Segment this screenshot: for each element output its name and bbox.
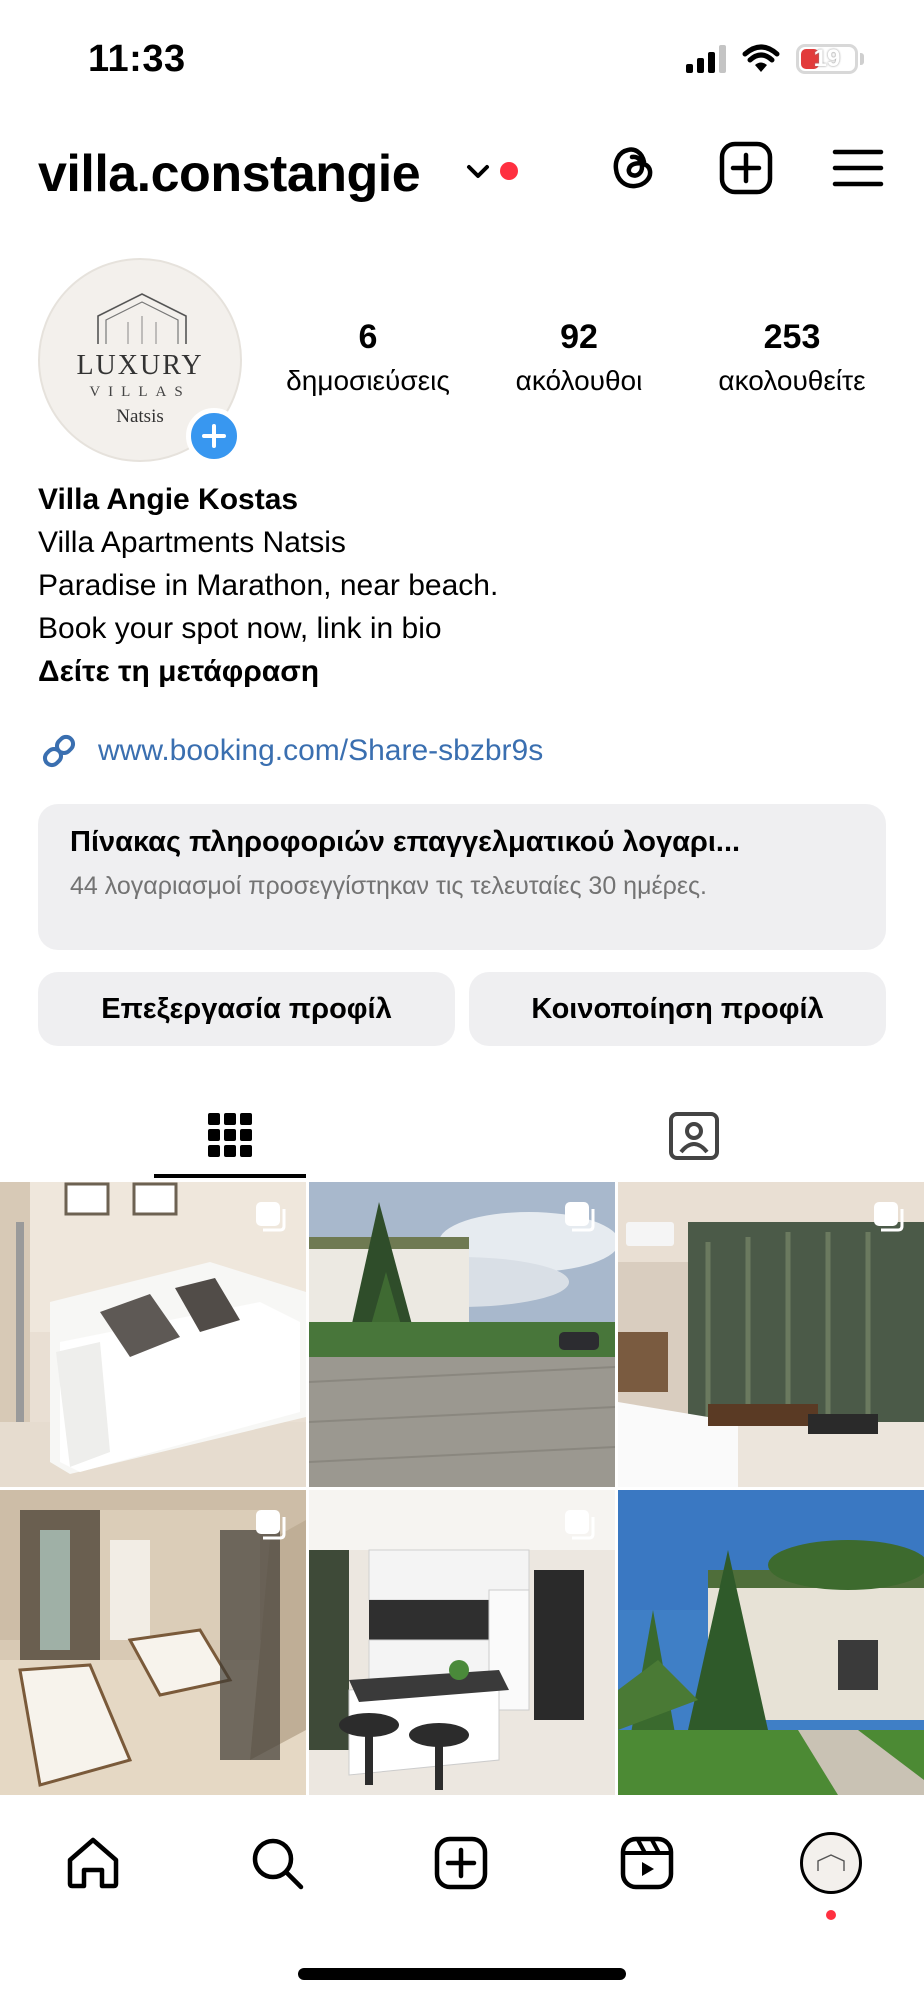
stat-posts-label: δημοσιεύσεις (286, 365, 450, 396)
add-icon[interactable] (716, 138, 776, 198)
notification-dot (500, 162, 518, 180)
profile-header: villa.constangie (38, 138, 886, 208)
add-story-button[interactable] (186, 408, 242, 464)
stat-posts-value: 6 (358, 318, 378, 356)
menu-icon[interactable] (828, 138, 888, 198)
threads-icon[interactable] (604, 138, 664, 198)
plus-icon (202, 424, 226, 448)
post-thumbnail[interactable] (618, 1182, 924, 1487)
professional-dashboard[interactable]: Πίνακας πληροφοριών επαγγελματικού λογαρ… (38, 804, 886, 950)
dashboard-title: Πίνακας πληροφοριών επαγγελματικού λογαρ… (70, 826, 741, 858)
dashboard-subtitle: 44 λογαριασμοί προσεγγίστηκαν τις τελευτ… (70, 872, 707, 900)
nav-create[interactable] (426, 1828, 496, 1898)
nav-profile[interactable] (796, 1828, 866, 1898)
stat-followers[interactable]: 92 ακόλουθοι (496, 318, 662, 397)
share-profile-button[interactable]: Κοινοποίηση προφίλ (469, 972, 886, 1046)
home-indicator[interactable] (298, 1968, 626, 1980)
bio-line: Book your spot now, link in bio (38, 612, 442, 645)
tab-tagged[interactable] (618, 1090, 770, 1180)
profile-stats: 6 δημοσιεύσεις 92 ακόλουθοι 253 ακολουθε… (270, 318, 890, 408)
nav-reels[interactable] (612, 1828, 682, 1898)
tab-grid[interactable] (154, 1090, 306, 1180)
create-icon (434, 1836, 488, 1890)
stat-followers-value: 92 (560, 318, 598, 356)
search-icon (252, 1838, 304, 1890)
link-url[interactable]: www.booking.com/Share-sbzbr9s (98, 734, 543, 768)
carousel-icon (874, 1202, 904, 1232)
wifi-icon (742, 44, 780, 72)
active-tab-indicator (154, 1174, 306, 1178)
grid-icon (208, 1113, 252, 1157)
carousel-icon (256, 1202, 286, 1232)
post-thumbnail[interactable] (0, 1490, 306, 1795)
profile-tabs (0, 1090, 924, 1180)
post-thumbnail[interactable] (618, 1490, 924, 1795)
profile-name: Villa Angie Kostas (38, 483, 299, 516)
signal-icon (686, 45, 726, 73)
stat-followers-label: ακόλουθοι (515, 365, 643, 396)
profile-bio: Villa Angie Kostas Villa Apartments Nats… (38, 478, 886, 693)
see-translation-link[interactable]: Δείτε τη μετάφραση (38, 650, 886, 693)
profile-notification-dot (826, 1910, 836, 1920)
carousel-icon (565, 1510, 595, 1540)
account-username[interactable]: villa.constangie (38, 144, 421, 204)
profile-avatar-wrap[interactable]: LUXURY VILLAS Natsis (38, 258, 242, 464)
battery-level: 19 (813, 45, 841, 72)
status-icons: 19 (686, 44, 864, 74)
bio-line: Villa Apartments Natsis (38, 526, 346, 559)
tagged-icon (669, 1112, 719, 1160)
post-image (618, 1490, 924, 1795)
reels-icon (620, 1836, 674, 1890)
stat-following-label: ακολουθείτε (718, 365, 866, 396)
status-time: 11:33 (88, 38, 186, 80)
bio-line: Paradise in Marathon, near beach. (38, 569, 499, 602)
home-icon (67, 1837, 119, 1889)
post-thumbnail[interactable] (0, 1182, 306, 1487)
edit-profile-button[interactable]: Επεξεργασία προφίλ (38, 972, 455, 1046)
status-bar: 11:33 19 (0, 0, 924, 120)
nav-home[interactable] (58, 1828, 128, 1898)
battery-icon: 19 (796, 44, 858, 74)
carousel-icon (565, 1202, 595, 1232)
logo-text-line1: LUXURY (76, 350, 204, 381)
stat-posts[interactable]: 6 δημοσιεύσεις (270, 318, 466, 397)
post-thumbnail[interactable] (309, 1490, 615, 1795)
link-icon (42, 734, 76, 768)
stat-following-value: 253 (763, 318, 821, 356)
carousel-icon (256, 1510, 286, 1540)
logo-text-line2: VILLAS (89, 384, 191, 400)
bottom-nav (0, 1808, 924, 1920)
post-thumbnail[interactable] (309, 1182, 615, 1487)
profile-actions: Επεξεργασία προφίλ Κοινοποίηση προφίλ (38, 972, 886, 1046)
nav-search[interactable] (242, 1828, 312, 1898)
stat-following[interactable]: 253 ακολουθείτε (694, 318, 890, 397)
posts-grid (0, 1182, 924, 1796)
profile-icon (800, 1832, 862, 1894)
profile-link[interactable]: www.booking.com/Share-sbzbr9s (38, 730, 543, 772)
chevron-down-icon[interactable] (462, 156, 494, 188)
